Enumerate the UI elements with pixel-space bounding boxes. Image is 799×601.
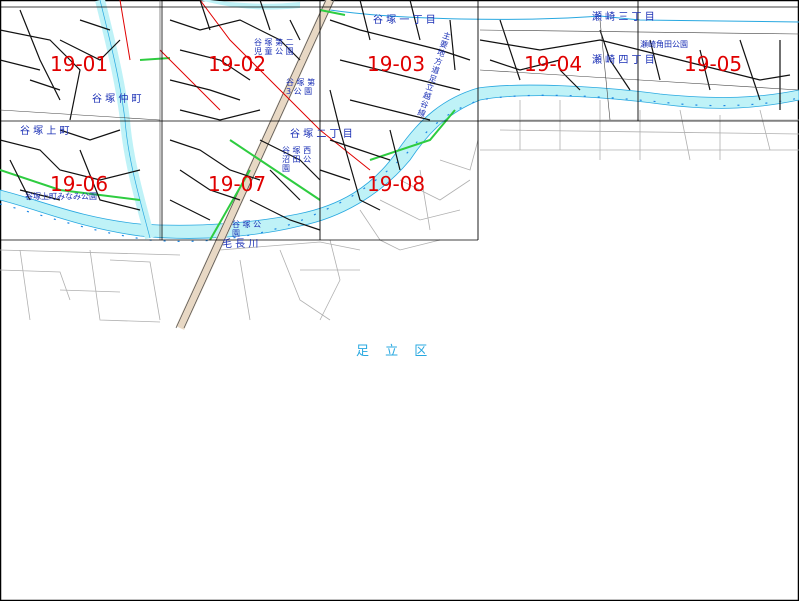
place-kenage-river: 毛 長 川 [222, 239, 259, 250]
place-yatsuka-park: 谷 塚 第 3 公 園 [286, 78, 316, 96]
sheet-19-05[interactable]: 19-05 [684, 54, 742, 74]
sewer-map: 19-01 19-02 19-03 19-04 19-05 19-06 19-0… [0, 0, 799, 601]
sheet-19-07[interactable]: 19-07 [208, 174, 266, 194]
map-drawing [0, 0, 799, 601]
sheet-19-08[interactable]: 19-08 [367, 174, 425, 194]
place-yatsuka-nakamachi: 谷 塚 仲 町 [92, 94, 142, 105]
ward-adachi: 足 立 区 [356, 344, 434, 359]
place-sezaki-kado-park: 瀬崎角田公園 [640, 40, 688, 49]
place-nishi-numata-park: 谷 塚 西 沼 田 公 園 [282, 146, 312, 173]
sheet-19-06[interactable]: 19-06 [50, 174, 108, 194]
place-kamicho-minami-park: 谷塚上町みなみ公園 [25, 192, 97, 201]
place-yatsuka-1chome: 谷 塚 一 丁 目 [373, 15, 436, 26]
sheet-19-04[interactable]: 19-04 [524, 54, 582, 74]
place-park-small: 谷 塚 公 園 [232, 220, 262, 238]
place-sezaki-3chome: 瀬 崎 三 丁 目 [592, 12, 655, 23]
place-yatsuka-2chome: 谷 塚 二 丁 目 [290, 129, 353, 140]
place-children-park: 谷 塚 第 二 児 童 公 園 [254, 38, 294, 56]
sheet-19-01[interactable]: 19-01 [50, 54, 108, 74]
sheet-19-03[interactable]: 19-03 [367, 54, 425, 74]
sheet-19-02[interactable]: 19-02 [208, 54, 266, 74]
place-sezaki-4chome: 瀬 崎 四 丁 目 [592, 55, 655, 66]
stream-top [200, 0, 300, 10]
place-yatsuka-kamicho: 谷 塚 上 町 [20, 126, 70, 137]
red-lines [119, 0, 371, 171]
roads-south [0, 100, 799, 323]
